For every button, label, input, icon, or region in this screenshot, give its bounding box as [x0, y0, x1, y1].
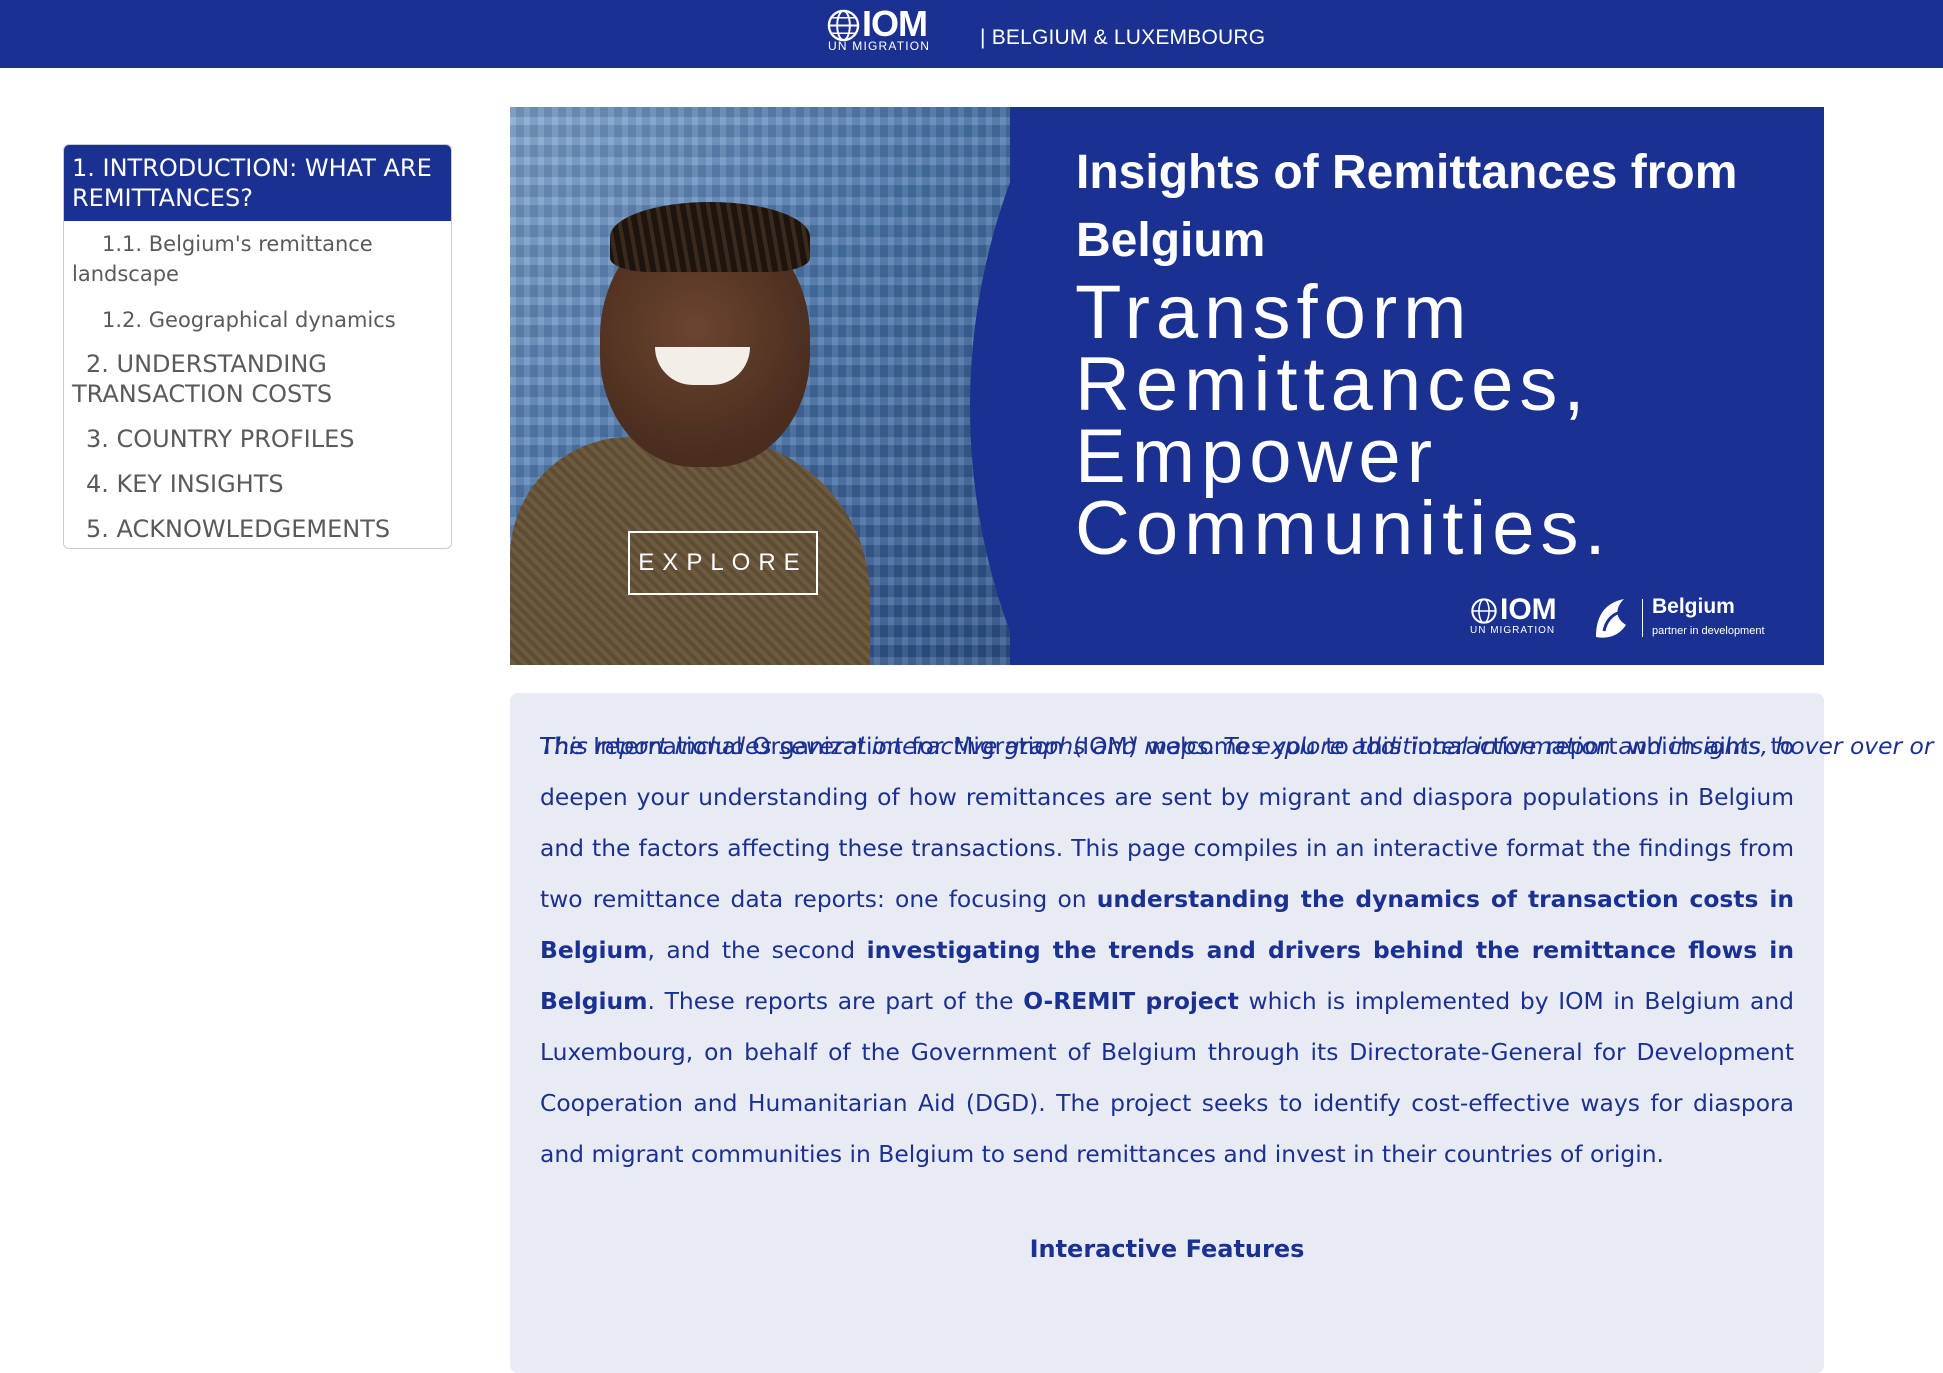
intro-text-part: , and the second	[647, 936, 867, 964]
brand-subtitle: UN MIGRATION	[828, 39, 931, 53]
toc-item-transaction-costs[interactable]: 2. UNDERSTANDING TRANSACTION COSTS	[72, 349, 442, 409]
belgium-mark-icon	[1596, 599, 1626, 638]
globe-icon	[1471, 598, 1497, 624]
toc-item-acknowledgements[interactable]: 5. ACKNOWLEDGEMENTS	[72, 514, 442, 544]
intro-text-part: . These reports are part of the	[647, 987, 1024, 1015]
belgium-partner-logo: Belgium partner in development	[1590, 595, 1790, 641]
person-hair	[610, 202, 810, 272]
features-text: This report includes several interactive…	[540, 732, 1934, 760]
toc-item-geographical-dynamics[interactable]: 1.2. Geographical dynamics	[72, 305, 442, 335]
table-of-contents: 1. INTRODUCTION: WHAT ARE REMITTANCES? 1…	[63, 144, 452, 549]
banner-tagline: Transform Remittances, Empower Communiti…	[1075, 270, 1612, 571]
country-label: | BELGIUM & LUXEMBOURG	[980, 26, 1266, 49]
iom-logo[interactable]: IOM UN MIGRATION	[826, 3, 946, 57]
belgium-logo-subtitle: partner in development	[1652, 625, 1765, 637]
hero-banner: EXPLORE Insights of Remittances from Bel…	[510, 107, 1824, 665]
banner-iom-subtitle: UN MIGRATION	[1470, 625, 1556, 636]
toc-item-introduction[interactable]: 1. INTRODUCTION: WHAT ARE REMITTANCES?	[64, 145, 451, 221]
explore-button[interactable]: EXPLORE	[628, 531, 818, 595]
banner-iom-name: IOM	[1500, 593, 1557, 626]
belgium-logo-name: Belgium	[1652, 595, 1735, 618]
toc-item-key-insights[interactable]: 4. KEY INSIGHTS	[72, 469, 442, 499]
top-header-bar: IOM UN MIGRATION | BELGIUM & LUXEMBOURG	[0, 0, 1943, 68]
banner-iom-logo: IOM UN MIGRATION	[1470, 593, 1580, 643]
intro-highlight-oremit: O-REMIT project	[1023, 987, 1239, 1015]
toc-item-belgium-landscape[interactable]: 1.1. Belgium's remittance landscape	[72, 229, 442, 289]
intro-paragraph: The International Organization for Migra…	[540, 721, 1794, 1180]
features-heading: Interactive Features	[1029, 1235, 1305, 1263]
globe-icon	[827, 9, 860, 42]
banner-title: Insights of Remittances from Belgium	[1076, 146, 1738, 267]
logo-divider	[1642, 599, 1643, 637]
toc-item-country-profiles[interactable]: 3. COUNTRY PROFILES	[72, 424, 442, 454]
intro-card: The International Organization for Migra…	[510, 693, 1934, 1373]
